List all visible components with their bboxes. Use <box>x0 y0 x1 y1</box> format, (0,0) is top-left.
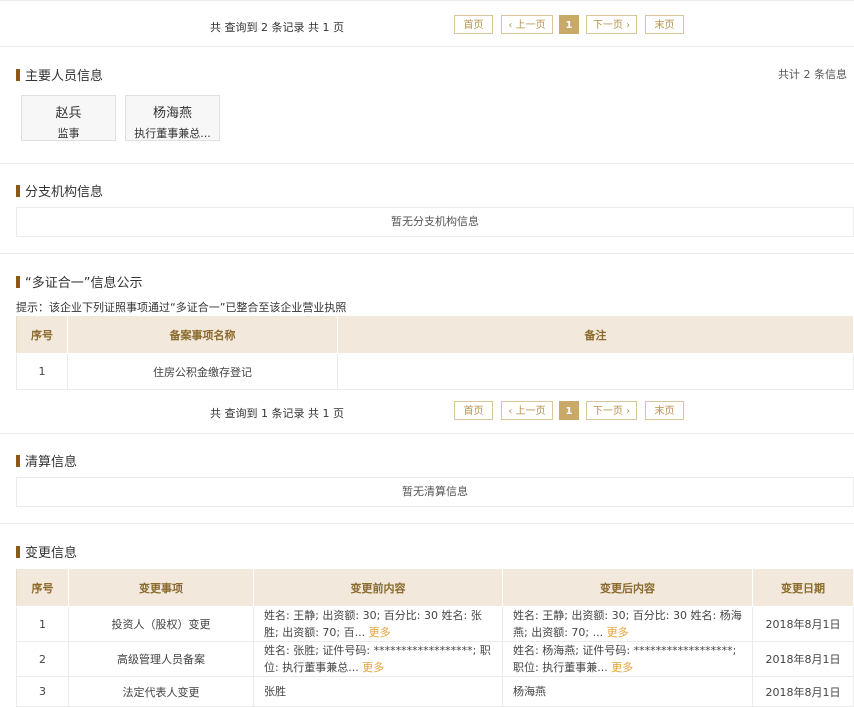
column-header: 序号 <box>16 568 69 607</box>
divider <box>0 46 854 47</box>
column-header: 备注 <box>337 315 854 354</box>
page-1-button[interactable]: 1 <box>559 401 579 420</box>
item-name: 住房公积金缴存登记 <box>67 353 338 390</box>
change-date: 2018年8月1日 <box>752 606 854 642</box>
section-title-multi-cert: “多证合一”信息公示 <box>16 272 142 291</box>
prev-page-label: 上一页 <box>515 20 546 31</box>
divider <box>0 0 854 1</box>
person-card[interactable]: 杨海燕 执行董事兼总... <box>125 95 220 141</box>
row-number: 2 <box>16 641 69 677</box>
row-number: 3 <box>16 676 69 707</box>
multi-cert-hint: 提示：该企业下列证照事项通过“多证合一”已整合至该企业营业执照 <box>16 301 347 314</box>
change-item: 高级管理人员备案 <box>68 641 254 677</box>
next-page-button[interactable]: 下一页 › <box>586 401 637 420</box>
section-title-liquidation: 清算信息 <box>16 451 77 470</box>
section-title-personnel: 主要人员信息 <box>16 65 103 84</box>
title-bar <box>16 276 20 288</box>
person-card[interactable]: 赵兵 监事 <box>21 95 116 141</box>
changes-table: 序号 变更事项 变更前内容 变更后内容 变更日期 1 投资人（股权）变更 姓名:… <box>16 568 854 707</box>
table-header-row: 序号 变更事项 变更前内容 变更后内容 变更日期 <box>16 568 854 607</box>
column-header: 变更前内容 <box>253 568 503 607</box>
more-link[interactable]: 更多 <box>611 661 633 674</box>
divider <box>0 433 854 434</box>
branch-empty-message: 暂无分支机构信息 <box>16 207 854 237</box>
section-title-changes: 变更信息 <box>16 542 77 561</box>
before-content: 姓名: 张胜; 证件号码: ******************; 职位: 执行… <box>253 641 503 677</box>
divider <box>0 523 854 524</box>
title-bar <box>16 546 20 558</box>
column-header: 变更事项 <box>68 568 254 607</box>
table-row: 1 投资人（股权）变更 姓名: 王静; 出资额: 30; 百分比: 30 姓名:… <box>16 606 854 642</box>
table-row: 3 法定代表人变更 张胜 杨海燕 2018年8月1日 <box>16 676 854 707</box>
title-bar <box>16 185 20 197</box>
multi-cert-table: 序号 备案事项名称 备注 1 住房公积金缴存登记 <box>16 315 854 390</box>
table-row: 1 住房公积金缴存登记 <box>16 353 854 390</box>
title-bar <box>16 455 20 467</box>
prev-page-label: 上一页 <box>515 406 546 417</box>
before-content: 姓名: 王静; 出资额: 30; 百分比: 30 姓名: 张胜; 出资额: 70… <box>253 606 503 642</box>
row-number: 1 <box>16 606 69 642</box>
remark <box>337 353 854 390</box>
section-title-branch: 分支机构信息 <box>16 181 103 200</box>
divider <box>0 253 854 254</box>
prev-page-button[interactable]: ‹ 上一页 <box>501 401 553 420</box>
divider <box>0 163 854 164</box>
first-page-button[interactable]: 首页 <box>454 401 493 420</box>
more-link[interactable]: 更多 <box>607 626 629 639</box>
column-header: 变更后内容 <box>502 568 753 607</box>
person-name: 赵兵 <box>55 106 82 121</box>
last-page-button[interactable]: 末页 <box>645 401 684 420</box>
after-content: 姓名: 杨海燕; 证件号码: ******************; 职位: 执… <box>502 641 753 677</box>
person-role: 执行董事兼总... <box>134 127 211 140</box>
table-row: 2 高级管理人员备案 姓名: 张胜; 证件号码: ***************… <box>16 641 854 677</box>
page-1-button[interactable]: 1 <box>559 15 579 34</box>
title-bar <box>16 69 20 81</box>
person-name: 杨海燕 <box>152 106 192 121</box>
personnel-count: 共计 2 条信息 <box>778 68 847 81</box>
row-number: 1 <box>16 353 68 390</box>
change-date: 2018年8月1日 <box>752 641 854 677</box>
last-page-button[interactable]: 末页 <box>645 15 684 34</box>
prev-page-button[interactable]: ‹ 上一页 <box>501 15 553 34</box>
change-item: 投资人（股权）变更 <box>68 606 254 642</box>
pager-summary: 共 查询到 1 条记录 共 1 页 <box>210 407 344 420</box>
column-header: 序号 <box>16 315 68 354</box>
change-item: 法定代表人变更 <box>68 676 254 707</box>
column-header: 变更日期 <box>752 568 854 607</box>
table-header-row: 序号 备案事项名称 备注 <box>16 315 854 354</box>
first-page-button[interactable]: 首页 <box>454 15 493 34</box>
after-content: 姓名: 王静; 出资额: 30; 百分比: 30 姓名: 杨海燕; 出资额: 7… <box>502 606 753 642</box>
next-page-label: 下一页 <box>592 20 623 31</box>
next-page-label: 下一页 <box>592 406 623 417</box>
column-header: 备案事项名称 <box>67 315 338 354</box>
pager-summary: 共 查询到 2 条记录 共 1 页 <box>210 21 344 34</box>
more-link[interactable]: 更多 <box>369 626 391 639</box>
more-link[interactable]: 更多 <box>362 661 384 674</box>
change-date: 2018年8月1日 <box>752 676 854 707</box>
person-role: 监事 <box>57 127 80 140</box>
after-content: 杨海燕 <box>502 676 753 707</box>
next-page-button[interactable]: 下一页 › <box>586 15 637 34</box>
before-content: 张胜 <box>253 676 503 707</box>
liquidation-empty-message: 暂无清算信息 <box>16 477 854 507</box>
